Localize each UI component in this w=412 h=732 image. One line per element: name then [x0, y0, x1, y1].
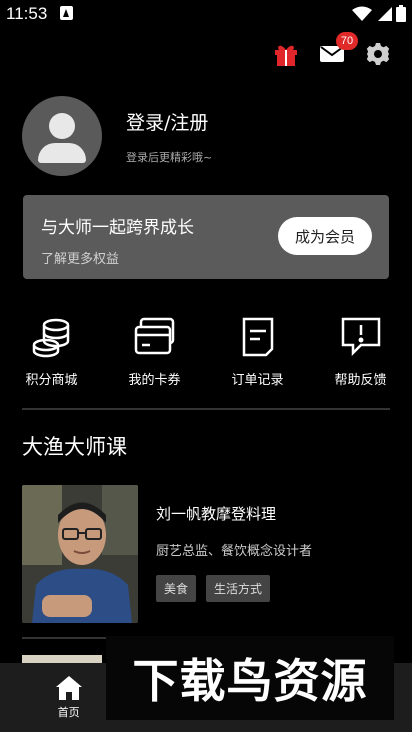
mail-badge: 70	[336, 32, 358, 50]
tab-label: 首页	[57, 706, 80, 719]
order-history-button[interactable]: 订单记录	[206, 315, 309, 388]
battery-icon	[396, 5, 406, 22]
quick-action-label: 我的卡券	[128, 373, 181, 388]
header-actions: 70	[272, 32, 392, 68]
status-bar: 11:53	[0, 0, 412, 30]
course-title[interactable]: 刘一帆教摩登料理	[156, 503, 276, 524]
quick-action-label: 积分商城	[25, 373, 78, 388]
quick-action-label: 订单记录	[231, 373, 284, 388]
member-card-title: 与大师一起跨界成长	[41, 218, 194, 238]
course-tag[interactable]: 生活方式	[206, 575, 271, 602]
watermark-text: 下载鸟资源	[132, 654, 368, 708]
gear-icon	[366, 43, 390, 65]
status-time: 11:53	[6, 4, 48, 23]
order-icon	[242, 317, 273, 357]
member-card[interactable]: 与大师一起跨界成长 了解更多权益 成为会员	[23, 195, 389, 279]
course-card[interactable]: 刘一帆教摩登料理 厨艺总监、餐饮概念设计者 美食 生活方式	[22, 485, 392, 623]
settings-button[interactable]	[364, 40, 392, 68]
points-mall-button[interactable]: 积分商城	[0, 315, 103, 388]
notification-icon	[60, 6, 73, 20]
coins-icon	[32, 318, 69, 358]
login-register-link[interactable]: 登录/注册	[126, 108, 212, 135]
become-member-button[interactable]: 成为会员	[278, 217, 372, 255]
gift-button[interactable]	[272, 40, 300, 68]
my-coupons-button[interactable]: 我的卡券	[103, 315, 206, 388]
course-tag[interactable]: 美食	[156, 575, 197, 602]
mail-button[interactable]: 70	[318, 32, 358, 68]
section-title: 大渔大师课	[22, 435, 127, 459]
avatar[interactable]	[22, 96, 102, 176]
quick-action-label: 帮助反馈	[334, 373, 387, 388]
divider	[22, 408, 390, 410]
cards-icon	[134, 317, 174, 355]
help-feedback-button[interactable]: 帮助反馈	[309, 315, 412, 388]
quick-actions: 积分商城 我的卡券 订单记录 帮助反馈	[0, 315, 412, 388]
watermark: 下载鸟资源	[106, 636, 394, 720]
home-icon	[55, 676, 82, 700]
signal-icon	[378, 6, 392, 21]
status-icons	[352, 5, 406, 22]
login-hint: 登录后更精彩哦~	[126, 150, 213, 164]
wifi-icon	[352, 6, 372, 21]
member-card-subtitle[interactable]: 了解更多权益	[41, 248, 119, 267]
course-tags: 美食 生活方式	[156, 575, 271, 602]
gift-icon	[275, 45, 297, 66]
course-description: 厨艺总监、餐饮概念设计者	[156, 544, 313, 559]
profile-section[interactable]: 登录/注册 登录后更精彩哦~	[22, 96, 212, 176]
feedback-icon	[341, 317, 380, 357]
course-thumbnail[interactable]	[22, 485, 138, 623]
